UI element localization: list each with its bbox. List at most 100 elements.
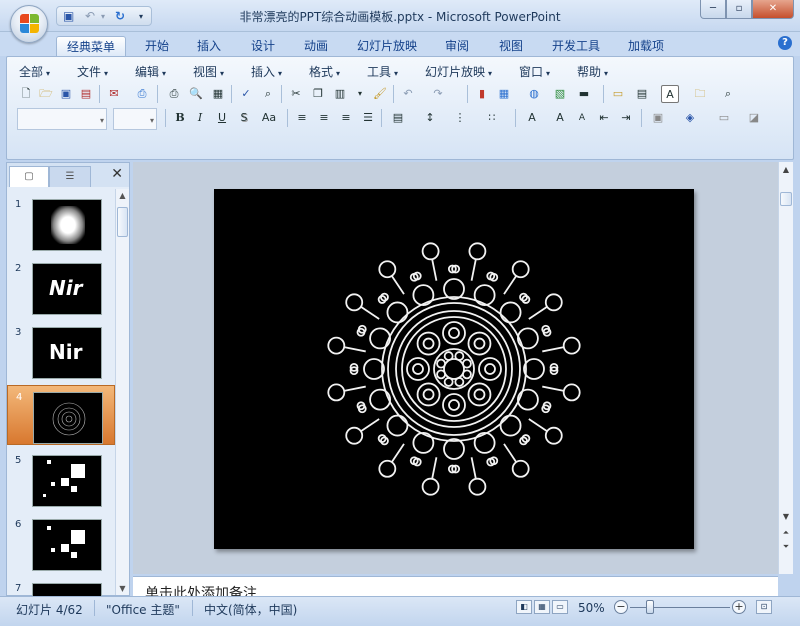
save-icon[interactable]: ▣: [57, 85, 75, 103]
cut-icon[interactable]: ✂: [287, 85, 305, 103]
help-icon[interactable]: ?: [778, 36, 792, 50]
font-color-icon[interactable]: A: [523, 109, 541, 127]
tab-developer[interactable]: 开发工具: [544, 36, 608, 56]
new-slide-icon[interactable]: ▭: [609, 85, 627, 103]
tab-slide-show[interactable]: 幻灯片放映: [350, 36, 424, 56]
close-button[interactable]: ✕: [752, 0, 794, 19]
slide-editing-area[interactable]: [133, 162, 778, 574]
menu-slide-show[interactable]: 幻灯片放映 ▾: [425, 63, 492, 80]
justify-icon[interactable]: ☰: [359, 109, 377, 127]
find-icon[interactable]: ⌕: [719, 85, 737, 103]
bold-button[interactable]: B: [171, 109, 189, 127]
previous-slide-icon[interactable]: ⏶: [779, 528, 793, 538]
copy-icon[interactable]: ❐: [309, 85, 327, 103]
tab-design[interactable]: 设计: [242, 36, 284, 56]
shapes-icon[interactable]: ◈: [681, 109, 699, 127]
scroll-down-icon[interactable]: ▼: [779, 512, 793, 521]
tab-home[interactable]: 开始: [136, 36, 178, 56]
slide-thumbnail-7[interactable]: 7: [7, 577, 115, 597]
scroll-up-icon[interactable]: ▲: [116, 191, 129, 200]
minimize-button[interactable]: ─: [700, 0, 726, 19]
increase-indent-icon[interactable]: ⇥: [617, 109, 635, 127]
insert-picture-icon[interactable]: ▧: [551, 85, 569, 103]
bullets-icon[interactable]: ∷: [483, 109, 501, 127]
language-indicator[interactable]: 中文(简体，中国): [204, 601, 297, 618]
permission-icon[interactable]: ✉: [105, 85, 123, 103]
insert-table-icon[interactable]: ▦: [495, 85, 513, 103]
menu-view[interactable]: 视图 ▾: [193, 63, 224, 80]
save-as-pdf-icon[interactable]: ▤: [77, 85, 95, 103]
tab-animations[interactable]: 动画: [295, 36, 337, 56]
notes-pane[interactable]: 单击此处添加备注: [133, 576, 778, 596]
menu-edit[interactable]: 编辑 ▾: [135, 63, 166, 80]
fit-to-window-icon[interactable]: ⊡: [756, 600, 772, 614]
slide-thumbnail-6[interactable]: 6: [7, 513, 115, 573]
menu-insert[interactable]: 插入 ▾: [251, 63, 282, 80]
menu-help[interactable]: 帮助 ▾: [577, 63, 608, 80]
menu-tools[interactable]: 工具 ▾: [367, 63, 398, 80]
slide-thumbnail-2[interactable]: 2 Nir: [7, 257, 115, 317]
font-size-combo[interactable]: ▾: [113, 108, 157, 130]
text-direction-icon[interactable]: ▤: [389, 109, 407, 127]
mandala-graphic[interactable]: [214, 189, 694, 549]
email-icon[interactable]: ⎙: [133, 85, 151, 103]
change-case-button[interactable]: Aa: [257, 109, 281, 127]
text-box-icon[interactable]: A: [661, 85, 679, 103]
arrange-icon[interactable]: ▣: [649, 109, 667, 127]
tab-insert[interactable]: 插入: [188, 36, 230, 56]
folder-icon[interactable]: 🗀: [691, 85, 709, 103]
slide-thumbnail-1[interactable]: 1: [7, 193, 115, 253]
redo-icon[interactable]: ↷: [429, 85, 447, 103]
decrease-indent-icon[interactable]: ⇤: [595, 109, 613, 127]
align-left-icon[interactable]: ≡: [293, 109, 311, 127]
tab-view[interactable]: 视图: [490, 36, 532, 56]
open-icon[interactable]: 🗁: [37, 85, 55, 103]
align-right-icon[interactable]: ≡: [337, 109, 355, 127]
zoom-in-icon[interactable]: +: [732, 600, 746, 614]
print-icon[interactable]: ⎙: [165, 85, 183, 103]
current-slide[interactable]: [214, 189, 694, 549]
tab-classic-menu[interactable]: 经典菜单: [56, 36, 126, 56]
grow-font-icon[interactable]: A: [551, 109, 569, 127]
shadow-button[interactable]: S: [235, 109, 253, 127]
numbering-icon[interactable]: ⋮: [451, 109, 469, 127]
menu-file[interactable]: 文件 ▾: [77, 63, 108, 80]
slide-thumbnail-5[interactable]: 5: [7, 449, 115, 509]
paste-icon[interactable]: ▥: [331, 85, 349, 103]
menu-format[interactable]: 格式 ▾: [309, 63, 340, 80]
slides-tab[interactable]: ▢: [9, 166, 49, 187]
slide-sorter-view-icon[interactable]: ▦: [534, 600, 550, 614]
scroll-up-icon[interactable]: ▲: [779, 165, 793, 174]
line-color-icon[interactable]: ▬: [575, 85, 593, 103]
tab-review[interactable]: 审阅: [436, 36, 478, 56]
outline-tab[interactable]: ☰: [49, 166, 91, 187]
menu-window[interactable]: 窗口 ▾: [519, 63, 550, 80]
close-icon[interactable]: ✕: [111, 166, 123, 182]
print-preview-icon[interactable]: 🔍: [187, 85, 205, 103]
insert-chart-icon[interactable]: ▮: [473, 85, 491, 103]
new-file-icon[interactable]: 🗋: [17, 85, 35, 103]
undo-icon[interactable]: ↶: [399, 85, 417, 103]
research-icon[interactable]: ▦: [209, 85, 227, 103]
zoom-slider-track[interactable]: [630, 607, 730, 608]
menu-all[interactable]: 全部 ▾: [19, 63, 50, 80]
shrink-font-icon[interactable]: A: [573, 109, 591, 127]
font-name-combo[interactable]: ▾: [17, 108, 107, 130]
slide-thumbnail-4[interactable]: 4: [7, 385, 115, 445]
scrollbar-thumb[interactable]: [780, 192, 792, 206]
normal-view-icon[interactable]: ◧: [516, 600, 532, 614]
zoom-slider-thumb[interactable]: [646, 600, 654, 614]
scroll-down-icon[interactable]: ▼: [116, 584, 129, 593]
office-button[interactable]: [10, 5, 48, 43]
slides-panel-scrollbar[interactable]: ▲ ▼: [115, 189, 129, 595]
tab-add-ins[interactable]: 加载项: [620, 36, 672, 56]
quick-styles-icon[interactable]: ▭: [715, 109, 733, 127]
slide-scrollbar[interactable]: ▲ ▼ ⏶ ⏷: [778, 162, 793, 574]
align-center-icon[interactable]: ≡: [315, 109, 333, 127]
thesaurus-icon[interactable]: ⌕: [259, 85, 277, 103]
paste-dropdown-icon[interactable]: ▾: [351, 85, 369, 103]
zoom-level[interactable]: 50%: [578, 601, 605, 615]
scrollbar-thumb[interactable]: [117, 207, 128, 237]
italic-button[interactable]: I: [191, 109, 209, 127]
slide-show-view-icon[interactable]: ▭: [552, 600, 568, 614]
